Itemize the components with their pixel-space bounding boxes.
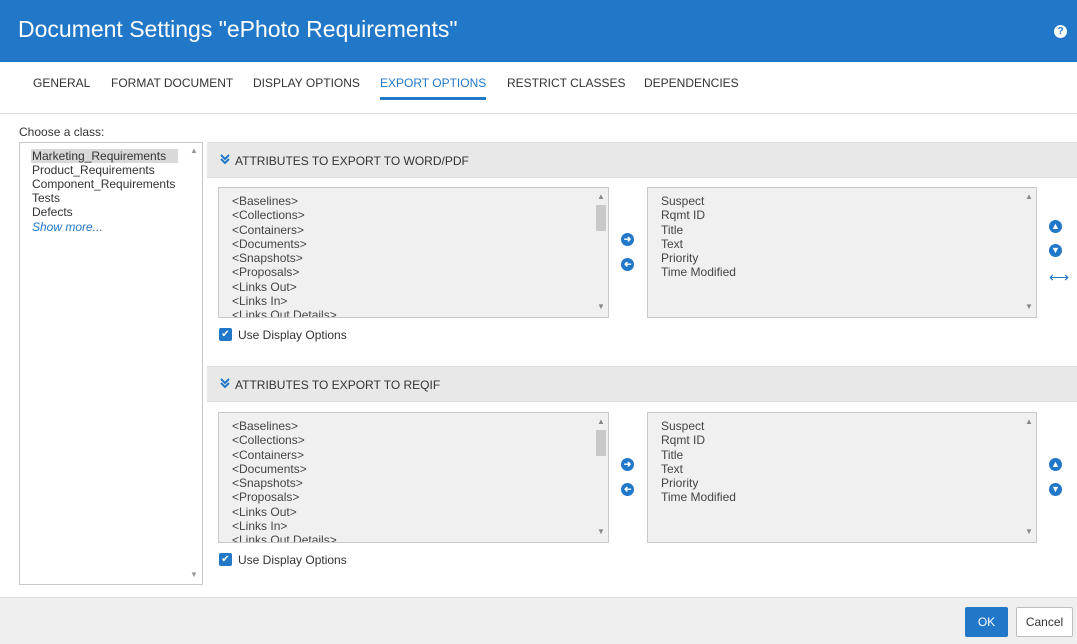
double-chevron-down-icon[interactable] — [219, 153, 231, 165]
move-left-icon[interactable]: ➜ — [621, 483, 634, 496]
scroll-thumb[interactable] — [596, 430, 606, 456]
list-item[interactable]: <Links In> — [232, 294, 337, 308]
move-left-icon[interactable]: ➜ — [621, 258, 634, 271]
list-item[interactable]: Title — [661, 223, 736, 237]
class-item-product-requirements[interactable]: Product_Requirements — [32, 163, 155, 177]
list-item[interactable]: <Snapshots> — [232, 476, 337, 490]
tab-export-options[interactable]: EXPORT OPTIONS — [380, 76, 487, 100]
list-item[interactable]: <Collections> — [232, 433, 337, 447]
move-up-icon[interactable]: ▲ — [1049, 458, 1062, 471]
tab-general[interactable]: GENERAL — [33, 76, 90, 98]
use-display-options-label[interactable]: Use Display Options — [238, 328, 347, 342]
scroll-up-icon[interactable]: ▲ — [597, 193, 605, 201]
list-item[interactable]: <Links Out> — [232, 280, 337, 294]
list-item[interactable]: Text — [661, 237, 736, 251]
move-down-icon[interactable]: ▼ — [1049, 483, 1062, 496]
scrollbar[interactable]: ▲ ▼ — [594, 188, 608, 317]
list-item[interactable]: <Documents> — [232, 462, 337, 476]
list-item[interactable]: Time Modified — [661, 265, 736, 279]
scroll-down-icon[interactable]: ▼ — [1025, 528, 1033, 536]
class-item-defects[interactable]: Defects — [32, 205, 73, 219]
move-down-icon[interactable]: ▼ — [1049, 244, 1062, 257]
scroll-down-icon[interactable]: ▼ — [597, 303, 605, 311]
list-item[interactable]: <Collections> — [232, 208, 337, 222]
available-attributes-list[interactable]: <Baselines> <Collections> <Containers> <… — [218, 412, 609, 543]
list-item[interactable]: Suspect — [661, 194, 736, 208]
use-display-options-checkbox[interactable]: ✔ — [219, 553, 232, 566]
tab-restrict-classes[interactable]: RESTRICT CLASSES — [507, 76, 625, 98]
move-up-icon[interactable]: ▲ — [1049, 220, 1062, 233]
scroll-up-icon[interactable]: ▲ — [597, 418, 605, 426]
list-item[interactable]: Priority — [661, 251, 736, 265]
list-item[interactable]: <Containers> — [232, 223, 337, 237]
class-item-marketing-requirements[interactable]: Marketing_Requirements — [31, 149, 179, 163]
help-icon[interactable]: ? — [1054, 25, 1067, 38]
list-item[interactable]: Time Modified — [661, 490, 736, 504]
tab-format-document[interactable]: FORMAT DOCUMENT — [111, 76, 233, 98]
scroll-down-icon[interactable]: ▼ — [597, 528, 605, 536]
class-item-tests[interactable]: Tests — [32, 191, 60, 205]
tab-dependencies[interactable]: DEPENDENCIES — [644, 76, 739, 98]
scrollbar[interactable]: ▲ ▼ — [1022, 413, 1036, 542]
list-item[interactable]: <Proposals> — [232, 490, 337, 504]
scroll-thumb[interactable] — [596, 205, 606, 231]
choose-class-label: Choose a class: — [19, 125, 105, 139]
list-item[interactable]: <Baselines> — [232, 194, 337, 208]
scroll-up-icon[interactable]: ▲ — [190, 147, 198, 155]
scroll-up-icon[interactable]: ▲ — [1025, 418, 1033, 426]
list-item[interactable]: <Links In> — [232, 519, 337, 533]
ok-button[interactable]: OK — [965, 607, 1008, 637]
dialog-titlebar: Document Settings "ePhoto Requirements" … — [0, 0, 1077, 62]
list-item[interactable]: <Links Out Details> — [232, 533, 337, 542]
move-right-icon[interactable]: ➜ — [621, 233, 634, 246]
use-display-options-label[interactable]: Use Display Options — [238, 553, 347, 567]
scroll-down-icon[interactable]: ▼ — [1025, 303, 1033, 311]
dialog-footer — [0, 597, 1077, 644]
class-item-component-requirements[interactable]: Component_Requirements — [32, 177, 175, 191]
list-item[interactable]: Rqmt ID — [661, 433, 736, 447]
double-chevron-down-icon[interactable] — [219, 377, 231, 389]
section-title: ATTRIBUTES TO EXPORT TO WORD/PDF — [235, 154, 469, 168]
scrollbar[interactable]: ▲ ▼ — [1022, 188, 1036, 317]
list-item[interactable]: <Documents> — [232, 237, 337, 251]
list-item[interactable]: <Links Out Details> — [232, 308, 337, 317]
list-item[interactable]: Suspect — [661, 419, 736, 433]
move-right-icon[interactable]: ➜ — [621, 458, 634, 471]
dialog-title: Document Settings "ePhoto Requirements" — [18, 16, 458, 42]
list-item[interactable]: Text — [661, 462, 736, 476]
list-item[interactable]: <Proposals> — [232, 265, 337, 279]
cancel-button[interactable]: Cancel — [1016, 607, 1073, 637]
scrollbar[interactable]: ▲ ▼ — [594, 413, 608, 542]
tab-display-options[interactable]: DISPLAY OPTIONS — [253, 76, 360, 98]
list-item[interactable]: <Links Out> — [232, 505, 337, 519]
section-title: ATTRIBUTES TO EXPORT TO REQIF — [235, 378, 441, 392]
class-list[interactable]: Marketing_Requirements Product_Requireme… — [19, 142, 203, 585]
list-item[interactable]: Title — [661, 448, 736, 462]
swap-icon[interactable]: ⟷ — [1049, 270, 1069, 284]
use-display-options-checkbox[interactable]: ✔ — [219, 328, 232, 341]
list-item[interactable]: <Snapshots> — [232, 251, 337, 265]
selected-attributes-list[interactable]: Suspect Rqmt ID Title Text Priority Time… — [647, 187, 1037, 318]
available-attributes-list[interactable]: <Baselines> <Collections> <Containers> <… — [218, 187, 609, 318]
scroll-down-icon[interactable]: ▼ — [190, 571, 198, 579]
list-item[interactable]: <Baselines> — [232, 419, 337, 433]
list-item[interactable]: Rqmt ID — [661, 208, 736, 222]
section-header-reqif[interactable]: ATTRIBUTES TO EXPORT TO REQIF — [207, 366, 1077, 402]
selected-attributes-list[interactable]: Suspect Rqmt ID Title Text Priority Time… — [647, 412, 1037, 543]
list-item[interactable]: Priority — [661, 476, 736, 490]
tab-bar: GENERAL FORMAT DOCUMENT DISPLAY OPTIONS … — [0, 62, 1077, 114]
show-more-link[interactable]: Show more... — [32, 220, 103, 234]
scroll-up-icon[interactable]: ▲ — [1025, 193, 1033, 201]
section-header-word-pdf[interactable]: ATTRIBUTES TO EXPORT TO WORD/PDF — [207, 142, 1077, 178]
list-item[interactable]: <Containers> — [232, 448, 337, 462]
